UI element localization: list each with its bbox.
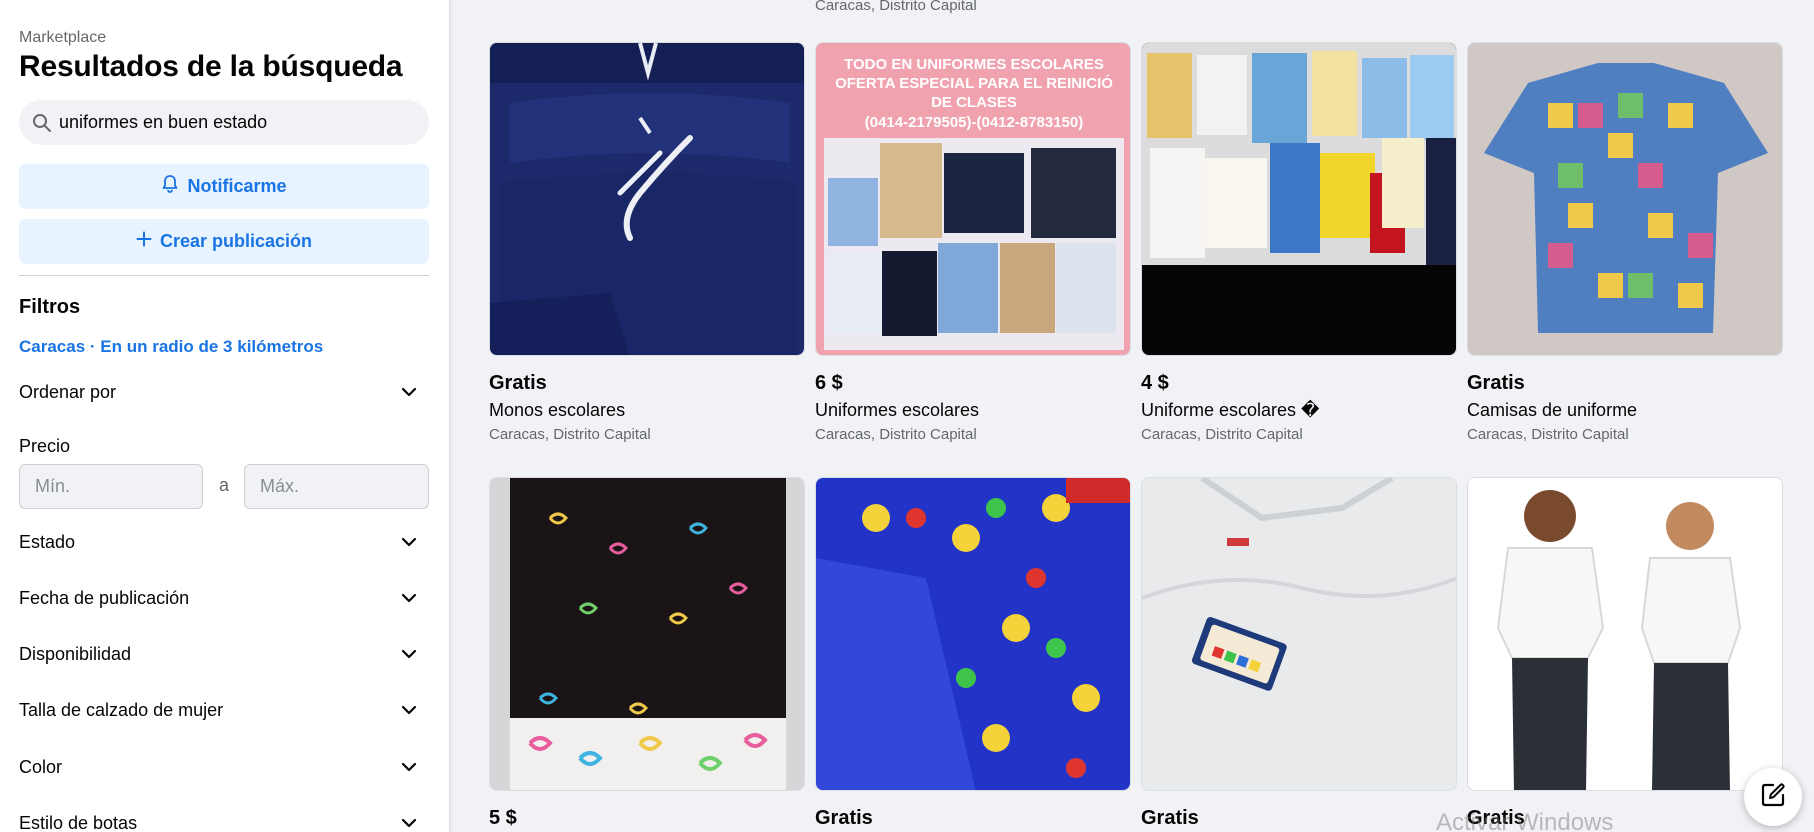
- search-input[interactable]: [59, 112, 419, 133]
- divider: [19, 275, 429, 276]
- filter-label: Talla de calzado de mujer: [19, 699, 224, 720]
- listing-title: Uniforme escolares �: [1141, 400, 1320, 420]
- chevron-down-icon: [399, 757, 419, 777]
- listing-title: Uniformes escolares: [815, 400, 980, 420]
- listing-price: 5 $: [489, 807, 517, 829]
- listing-title: Camisas de uniforme: [1467, 400, 1638, 420]
- listing-location: Caracas, Distrito Capital: [1467, 426, 1629, 443]
- listing-image: [815, 477, 1131, 791]
- price-max-input[interactable]: [244, 464, 429, 509]
- windows-activation-watermark: Activar Windows: [1436, 809, 1614, 832]
- listing-location: Caracas, Distrito Capital: [489, 426, 651, 443]
- listing-price: 6 $: [815, 372, 843, 394]
- listing-card[interactable]: TODO EN UNIFORMES ESCOLARES OFERTA ESPEC…: [815, 42, 1131, 444]
- filter-label: Color: [19, 756, 63, 777]
- filter-estilo-botas[interactable]: Estilo de botas: [19, 808, 419, 832]
- chevron-down-icon: [399, 532, 419, 552]
- listing-image: [1141, 477, 1457, 791]
- listing-location: Caracas, Distrito Capital: [815, 426, 977, 443]
- listing-price: 4 $: [1141, 372, 1169, 394]
- listing-card[interactable]: Gratis: [815, 477, 1131, 830]
- notify-label: Notificarme: [187, 176, 287, 196]
- listing-image: [489, 42, 805, 356]
- notify-button[interactable]: Notificarme: [19, 164, 429, 209]
- filter-fecha[interactable]: Fecha de publicación: [19, 583, 419, 613]
- compose-icon: [1760, 782, 1786, 813]
- banner-line: TODO EN UNIFORMES ESCOLARES: [844, 56, 1104, 73]
- filter-label: Fecha de publicación: [19, 587, 190, 608]
- listing-card[interactable]: Gratis Monos escolares Caracas, Distrito…: [489, 42, 805, 444]
- filter-label: Estado: [19, 531, 76, 552]
- search-bar[interactable]: [19, 100, 429, 145]
- filter-sort[interactable]: Ordenar por: [19, 377, 419, 407]
- sidebar: Marketplace Resultados de la búsqueda No…: [0, 0, 449, 832]
- chevron-down-icon: [399, 644, 419, 664]
- listing-card[interactable]: Gratis: [1467, 477, 1783, 830]
- listing-title: Monos escolares: [489, 400, 626, 420]
- create-listing-button[interactable]: Crear publicación: [19, 219, 429, 264]
- listing-location: Caracas, Distrito Capital: [1141, 426, 1303, 443]
- banner-line: DE CLASES: [931, 94, 1017, 111]
- price-separator: a: [219, 475, 230, 495]
- price-label: Precio: [19, 436, 71, 456]
- filter-color[interactable]: Color: [19, 752, 419, 782]
- filter-label: Estilo de botas: [19, 812, 138, 832]
- bell-icon: [161, 174, 179, 199]
- filter-estado[interactable]: Estado: [19, 527, 419, 557]
- filter-disponibilidad[interactable]: Disponibilidad: [19, 639, 419, 669]
- listing-price: Gratis: [1467, 372, 1525, 394]
- listing-card[interactable]: 4 $ Uniforme escolares � Caracas, Distri…: [1141, 42, 1457, 444]
- chevron-down-icon: [399, 382, 419, 402]
- listing-price: Gratis: [489, 372, 547, 394]
- listing-image: [1141, 42, 1457, 356]
- listing-card[interactable]: Gratis Camisas de uniforme Caracas, Dist…: [1467, 42, 1783, 444]
- location-filter-link[interactable]: Caracas · En un radio de 3 kilómetros: [19, 337, 323, 357]
- chevron-down-icon: [399, 700, 419, 720]
- search-icon: [31, 112, 53, 134]
- listing-image: [1467, 477, 1783, 791]
- listing-card[interactable]: 5 $: [489, 477, 805, 830]
- filter-talla-calzado[interactable]: Talla de calzado de mujer: [19, 695, 419, 725]
- create-label: Crear publicación: [159, 231, 313, 251]
- listing-price: Gratis: [1141, 807, 1199, 829]
- listing-price: Gratis: [815, 807, 873, 829]
- price-min-input[interactable]: [19, 464, 203, 509]
- listing-image: [1467, 42, 1783, 356]
- chevron-down-icon: [399, 588, 419, 608]
- listing-location: Caracas, Distrito Capital: [815, 0, 977, 14]
- filters-title: Filtros: [19, 296, 81, 318]
- breadcrumb[interactable]: Marketplace: [19, 29, 106, 47]
- filter-label: Ordenar por: [19, 381, 117, 402]
- banner-line: (0414-2179505)-(0412-8783150): [865, 114, 1084, 131]
- page-title: Resultados de la búsqueda: [19, 50, 403, 83]
- filter-label: Disponibilidad: [19, 643, 132, 664]
- listing-image: [489, 477, 805, 791]
- listing-card[interactable]: Gratis: [1141, 477, 1457, 830]
- listing-image: TODO EN UNIFORMES ESCOLARES OFERTA ESPEC…: [815, 42, 1131, 356]
- banner-line: OFERTA ESPECIAL PARA EL REINICIÓ: [835, 74, 1113, 92]
- compose-message-button[interactable]: [1744, 768, 1802, 826]
- chevron-down-icon: [399, 813, 419, 832]
- plus-icon: [136, 231, 152, 252]
